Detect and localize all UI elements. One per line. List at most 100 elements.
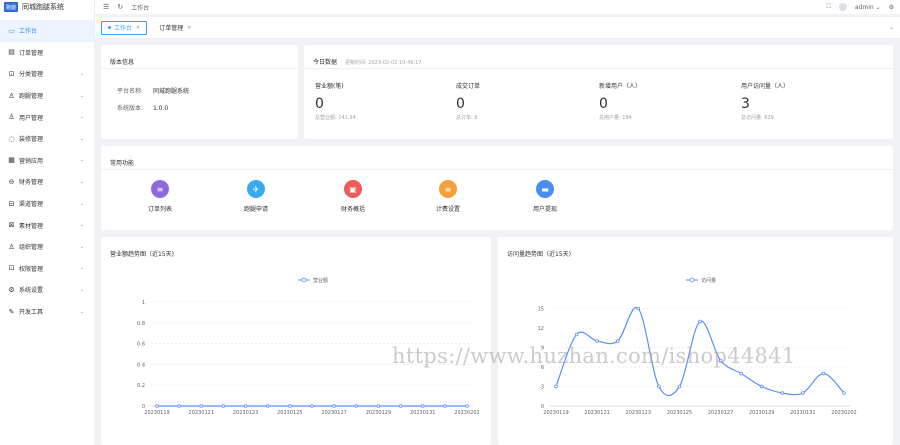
sidebar-item-label: 渠道管理 [19,201,44,209]
x-tick-label: 20230125 [277,410,302,416]
version-row: 系统版本: 1.0.0 [117,103,168,112]
revenue-chart: 00.20.40.60.8120230119 20230121 20230123 20… [137,277,480,416]
tag-label: 工作台 [114,25,133,32]
sidebar-item-12[interactable]: ⚙ 系统设置 ⌄ [0,279,94,301]
stat-value: 0 [315,96,324,112]
legend-marker [689,277,695,283]
tags-bar: 工作台 ✕ 订单管理 ✕ ⌄ [95,17,900,39]
shortcut-1[interactable]: ✈ 跑腿申请 [226,180,286,213]
tag-label: 订单管理 [159,25,184,32]
legend-marker [301,277,307,283]
close-icon[interactable]: ✕ [187,25,191,31]
updated-time: 更新时间: 2023-02-02 10:49:17 [345,60,422,66]
shortcut-label: 订单列表 [147,206,172,213]
chevron-down-icon: ⌄ [79,308,84,315]
stat-total: 总访问量: 629 [741,115,774,121]
sidebar-item-2[interactable]: ⊡ 分类管理 ⌄ [0,63,94,85]
tag-orders[interactable]: 订单管理 ✕ [153,21,197,35]
chevron-down-icon: ⌄ [79,135,84,142]
data-point [615,339,620,343]
x-tick-label: 20230131 [790,410,815,416]
chevron-down-icon: ⌄ [79,243,84,250]
order-list-icon: ≡ [151,180,169,198]
sidebar-item-5[interactable]: ◌ 装修管理 ⌄ [0,128,94,150]
data-point [574,332,579,337]
sidebar-item-3[interactable]: ♙ 跑腿管理 ⌄ [0,85,94,107]
chevron-down-icon[interactable]: ⌄ [889,24,894,31]
sidebar-item-6[interactable]: ▦ 营销应用 ⌄ [0,150,94,172]
shortcuts-title: 常用功能 [101,146,893,170]
y-tick-label: 9 [541,346,544,352]
x-tick-label: 20230125 [667,410,692,416]
sidebar-item-label: 素材管理 [19,222,44,230]
shortcut-2[interactable]: ▣ 财务概括 [323,180,383,213]
sidebar-item-4[interactable]: ♙ 用户管理 ⌄ [0,106,94,128]
shortcut-4[interactable]: ▬ 用户提现 [515,180,575,213]
sidebar-item-label: 组织管理 [19,244,44,252]
sidebar-item-13[interactable]: ✎ 开发工具 ⌄ [0,301,94,323]
sidebar-item-11[interactable]: ⊡ 权限管理 ⌄ [0,258,94,280]
active-dot-icon [108,26,111,29]
shortcut-3[interactable]: ≡ 计费设置 [418,180,478,213]
y-tick-label: 0.4 [137,362,145,368]
stat-label: 用户访问量（人） [741,83,790,90]
data-point [739,371,743,376]
y-tick-label: 6 [541,365,544,371]
data-point [677,384,682,389]
sysinfo-card: 版本信息 平台名称: 同城跑腿系统 系统版本: 1.0.0 [101,45,298,139]
users-icon: ♙ [8,113,15,122]
revenue-chart-card: 营业额趋势图（近15天) 0 0.2 0.4 0.6 0.8 1 20230119 20230… [101,237,491,445]
data-point [842,391,846,395]
user-menu[interactable]: admin ⌄ [855,4,881,11]
chevron-down-icon: ⌄ [79,200,84,207]
logo[interactable]: 跑腿 同城跑腿系统 [0,0,94,14]
data-point [265,404,270,408]
chevron-down-icon: ⌄ [79,70,84,77]
shortcut-label: 用户提现 [532,206,557,213]
tag-workbench[interactable]: 工作台 ✕ [101,20,148,35]
settings-icon[interactable]: ⚙ [889,4,894,11]
sidebar-item-0[interactable]: ▭ 工作台 [0,20,94,42]
top-header: ☰ ↻ 工作台 ⛶ admin ⌄ ⚙ [95,0,900,14]
y-tick-label: 15 [538,307,544,313]
sidebar-item-8[interactable]: ⊟ 渠道管理 ⌄ [0,193,94,215]
finance-icon: ▣ [344,180,362,198]
sidebar-item-1[interactable]: ▤ 订单管理 [0,42,94,64]
data-point [465,404,469,408]
menu-fold-icon[interactable]: ☰ [103,3,109,11]
data-point [310,404,314,408]
sidebar-item-label: 财务管理 [19,179,44,187]
data-point [780,391,785,395]
legend-label: 访问量 [701,277,716,284]
sidebar-item-7[interactable]: ⊖ 财务管理 ⌄ [0,171,94,193]
platform-value: 同城跑腿系统 [152,88,189,95]
data-point [801,391,805,395]
sidebar-item-label: 跑腿管理 [19,93,44,101]
visits-chart: 0369121520230119 20230121 20230123 20230125… [538,277,857,416]
data-point [718,358,723,363]
close-icon[interactable]: ✕ [136,25,140,31]
withdraw-icon: ▬ [536,180,554,198]
x-tick-label: 20230129 [749,410,774,416]
today-title: 今日数据 更新时间: 2023-02-02 10:49:17 [304,45,893,69]
stat-total: 总营业额: 141.94 [315,115,356,121]
stat-item: 成交订单 0 总订单: 8 [456,81,480,121]
stat-value: 0 [456,96,465,112]
sidebar-item-10[interactable]: ♙ 组织管理 ⌄ [0,236,94,258]
refresh-icon[interactable]: ↻ [117,3,123,11]
avatar[interactable] [838,3,847,11]
stat-item: 营业额(笔) 0 总营业额: 141.94 [315,81,356,121]
data-point [698,319,702,324]
stat-item: 新增用户（人） 0 总用户量: 184 [599,81,641,121]
sidebar-item-9[interactable]: ⊠ 素材管理 ⌄ [0,214,94,236]
fullscreen-icon[interactable]: ⛶ [827,3,831,11]
chevron-down-icon: ⌄ [79,157,84,164]
stat-label: 营业额(笔) [315,83,344,90]
shortcut-0[interactable]: ≡ 订单列表 [130,180,190,213]
x-tick-label: 20230119 [543,410,568,416]
y-tick-label: 12 [538,326,544,332]
chevron-down-icon: ⌄ [79,114,84,121]
stat-item: 用户访问量（人） 3 总访问量: 629 [741,81,789,121]
data-point [288,404,292,408]
picture-icon: ⊠ [8,221,15,230]
